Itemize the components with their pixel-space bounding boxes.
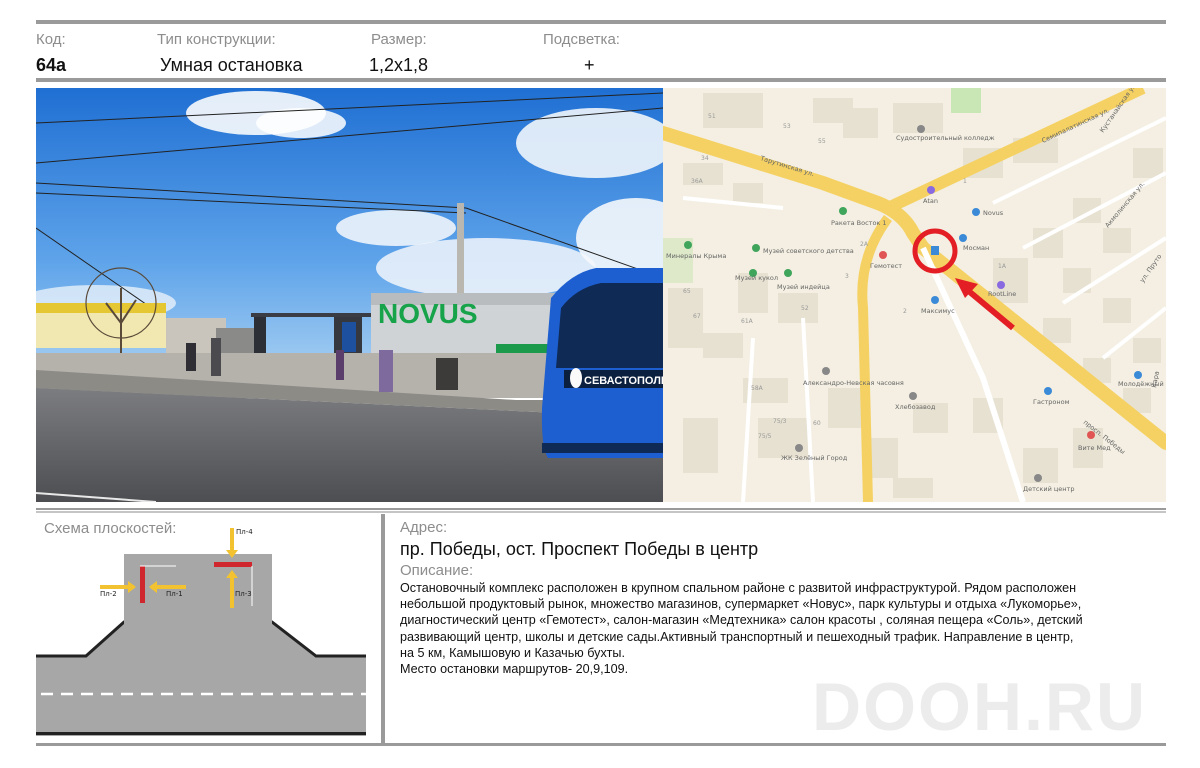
house-number: 60 <box>813 420 821 427</box>
house-number: 2 <box>903 308 907 315</box>
size-label: Размер: <box>371 31 427 48</box>
bus-route-sign: СЕВАСТОПОЛЬ <box>584 375 663 387</box>
map-poi-molodezhny: Молодёжный <box>1118 380 1164 388</box>
section-separator <box>381 514 385 744</box>
plane-label-pl4: Пл-4 <box>236 528 253 536</box>
map-poi-bakery: Хлебозавод <box>895 403 936 411</box>
code-label: Код: <box>36 31 66 48</box>
address-text: пр. Победы, ост. Проспект Победы в центр <box>400 539 759 559</box>
house-number: 75/3 <box>773 418 787 425</box>
description-line: диагностический центр «Гемотест», салон-… <box>400 613 1083 628</box>
map-poi-minerals: Минералы Крыма <box>666 252 726 260</box>
map-poi-zhk: ЖК Зелёный Город <box>781 454 848 462</box>
scheme-diagram: Пл-1 Пл-2 Пл-3 Пл-4 <box>36 528 366 736</box>
map-poi-museum-childhood: Музей советского детства <box>763 247 854 255</box>
house-number: 58А <box>751 385 764 392</box>
mid-rule-top <box>36 508 1166 510</box>
house-number: 1 <box>963 178 967 185</box>
map-poi-novus: Novus <box>983 209 1004 217</box>
header-top-rule <box>36 20 1166 24</box>
map-poi-kids: Детский центр <box>1023 485 1074 493</box>
plane-scheme: Схема плоскостей: Пл-1 Пл-2 Пл-3 Пл-4 <box>36 514 381 744</box>
map-poi-raketa: Ракета Восток 1 <box>831 219 887 227</box>
house-number: 2А <box>860 241 869 248</box>
map-poi-gastronom: Гастроном <box>1033 398 1070 406</box>
map-poi-vitemed: Вите Мед <box>1078 444 1111 452</box>
description-label: Описание: <box>400 562 474 579</box>
type-value: Умная остановка <box>160 55 303 75</box>
map-poi-museum-dolls: Музей кукол <box>735 274 778 282</box>
house-number: 3 <box>845 273 849 280</box>
plane-label-pl1: Пл-1 <box>166 590 183 598</box>
location-map[interactable]: Тарутинская ул. просп. Победы Семипалати… <box>663 88 1166 502</box>
location-photo: NOVUS СЕВАСТОПОЛЬ <box>36 88 663 502</box>
bus-stop-icon <box>931 246 939 255</box>
house-number: 65 <box>683 288 691 295</box>
map-poi-chapel: Александро-Невская часовня <box>803 379 904 387</box>
house-number: 53 <box>783 123 791 130</box>
watermark-logo: DOOH.RU <box>812 669 1148 745</box>
house-number: 67 <box>693 313 701 320</box>
plane-label-pl2: Пл-2 <box>100 590 117 598</box>
description-line: развивающий центр, школы и детские сады.… <box>400 629 1074 644</box>
map-poi-maksimus: Максимус <box>921 307 955 315</box>
size-value: 1,2x1,8 <box>369 55 429 75</box>
footer-rule <box>36 743 1166 746</box>
map-poi-mosman: Мосман <box>963 244 989 252</box>
mid-rule-bottom <box>36 511 1166 513</box>
house-number: 36А <box>691 178 704 185</box>
house-number: 52 <box>801 305 809 312</box>
light-value: + <box>584 55 595 75</box>
address-label: Адрес: <box>400 519 448 536</box>
code-value: 64а <box>36 55 67 75</box>
house-number: 34 <box>701 155 709 162</box>
description-text: Остановочный комплекс расположен в крупн… <box>400 580 1160 677</box>
house-number: 75/5 <box>758 433 772 440</box>
type-label: Тип конструкции: <box>157 31 276 48</box>
map-poi-museum-indian: Музей индейца <box>777 283 830 291</box>
location-photo-illustration: NOVUS СЕВАСТОПОЛЬ <box>36 88 663 502</box>
house-number: 1А <box>998 263 1007 270</box>
description-line: на 5 км, Камышовую и Казачью бухты. <box>400 645 625 660</box>
description-line: Остановочный комплекс расположен в крупн… <box>400 581 1077 595</box>
plane-pl1-bar <box>140 566 145 603</box>
map-poi-gemotest: Гемотест <box>870 262 902 270</box>
plane-pl3-bar <box>214 562 252 567</box>
map-canvas: Тарутинская ул. просп. Победы Семипалати… <box>663 88 1166 502</box>
map-poi-atan: Atan <box>923 197 938 205</box>
plane-label-pl3: Пл-3 <box>235 590 252 598</box>
header-bottom-rule <box>36 78 1166 82</box>
map-poi-college: Судостроительный колледж <box>896 134 995 142</box>
light-label: Подсветка: <box>543 31 620 48</box>
store-sign: NOVUS <box>378 298 478 329</box>
house-number: 55 <box>818 138 826 145</box>
house-number: 61А <box>741 318 754 325</box>
house-number: 51 <box>708 113 716 120</box>
map-poi-rootline: RootLine <box>988 290 1016 298</box>
description-line: небольшой продуктовый рынок, множество м… <box>400 597 1082 612</box>
